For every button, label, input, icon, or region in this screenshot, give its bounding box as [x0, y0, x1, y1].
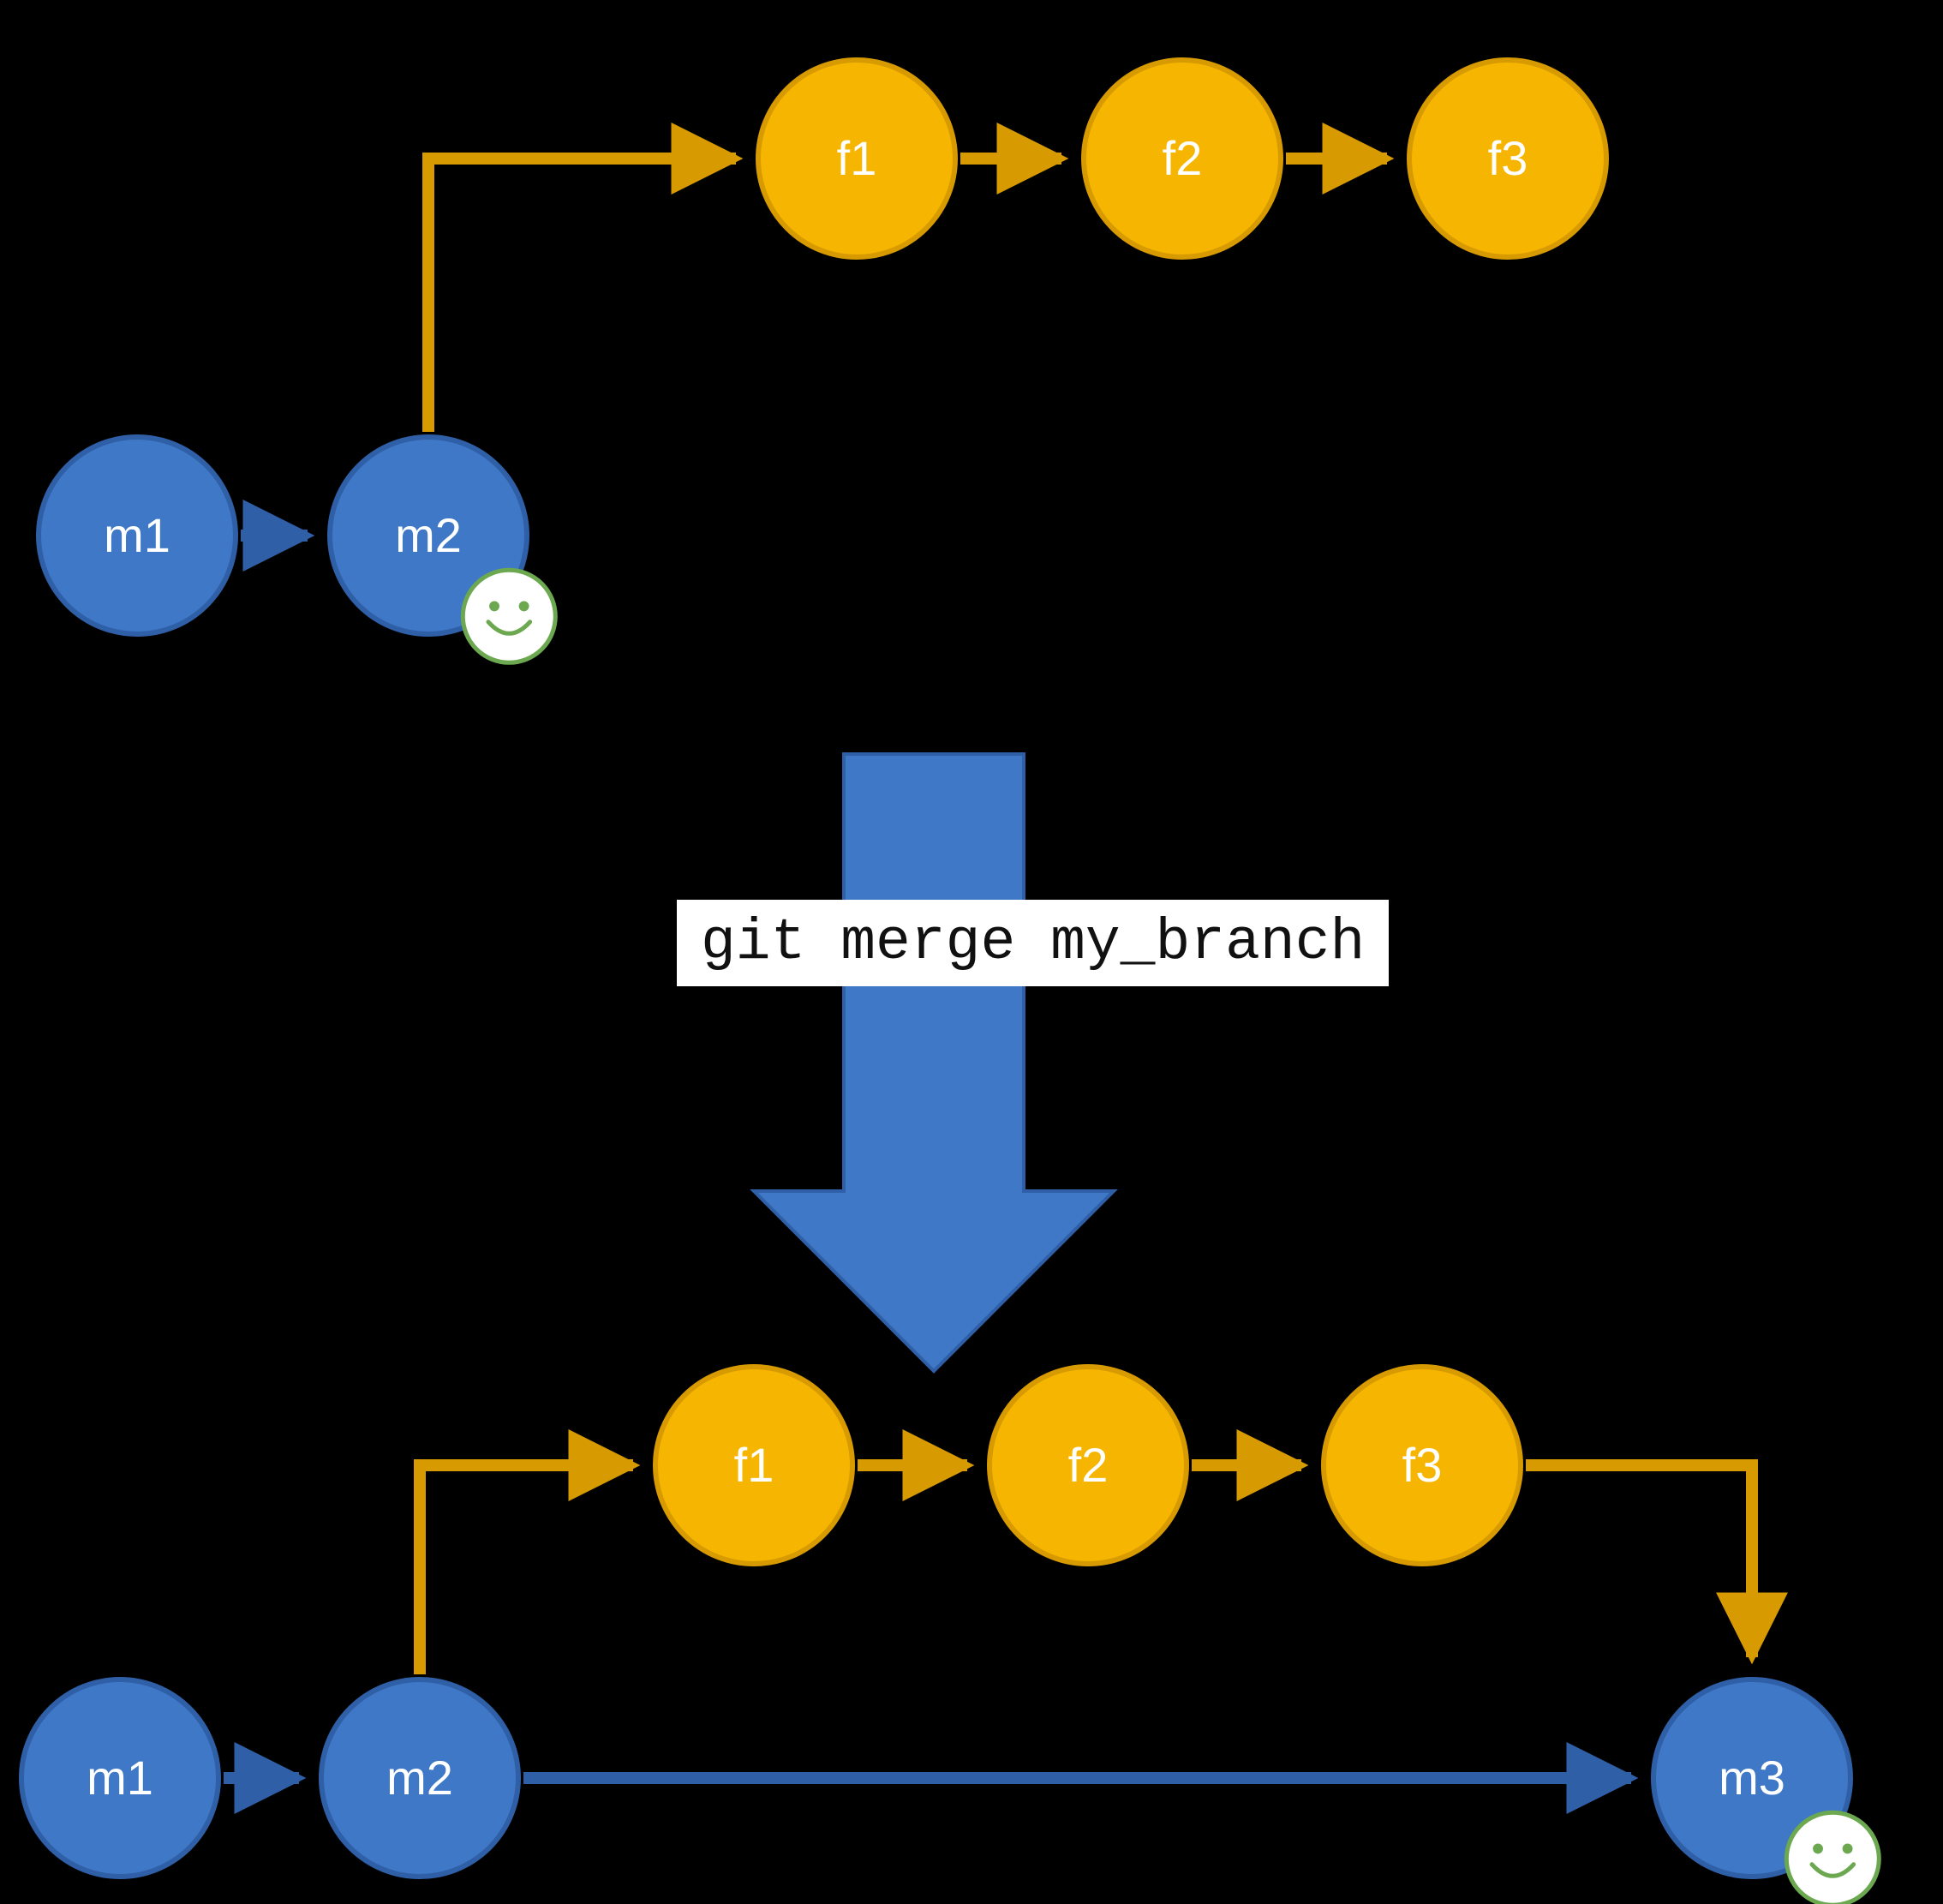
- arrow-f3-m3-after: [1526, 1465, 1752, 1657]
- commit-f2-before-label: f2: [1163, 131, 1203, 185]
- commit-m1-after-label: m1: [87, 1751, 153, 1805]
- commit-f3-after-label: f3: [1402, 1438, 1443, 1492]
- commit-f3-before: f3: [1409, 60, 1606, 257]
- arrow-m2-f1-before: [428, 159, 736, 432]
- commit-m3-after: m3: [1653, 1679, 1879, 1904]
- commit-f2-after: f2: [989, 1367, 1187, 1564]
- commit-m3-after-smile: [1786, 1812, 1879, 1904]
- commit-m2-after-label: m2: [386, 1751, 453, 1805]
- commit-f1-before-label: f1: [837, 131, 877, 185]
- commit-m1-before: m1: [39, 437, 236, 634]
- commit-m2-before-smile: [463, 570, 555, 662]
- big-down-arrow-icon: [754, 754, 1114, 1371]
- commit-f2-before: f2: [1084, 60, 1281, 257]
- commit-m2-before: m2: [330, 437, 555, 662]
- commit-f3-after: f3: [1324, 1367, 1521, 1564]
- commit-f1-before: f1: [758, 60, 955, 257]
- commit-f1-after: f1: [655, 1367, 852, 1564]
- commit-f1-after-label: f1: [734, 1438, 774, 1492]
- commit-m3-after-label: m3: [1719, 1751, 1785, 1805]
- command-label: git merge my_branch: [677, 900, 1389, 986]
- commit-m1-before-label: m1: [104, 508, 170, 562]
- commit-m2-before-label: m2: [395, 508, 462, 562]
- commit-m1-after: m1: [21, 1679, 218, 1877]
- commit-m2-after: m2: [321, 1679, 518, 1877]
- commit-f2-after-label: f2: [1068, 1438, 1109, 1492]
- arrow-m2-f1-after: [420, 1465, 633, 1674]
- commit-f3-before-label: f3: [1488, 131, 1528, 185]
